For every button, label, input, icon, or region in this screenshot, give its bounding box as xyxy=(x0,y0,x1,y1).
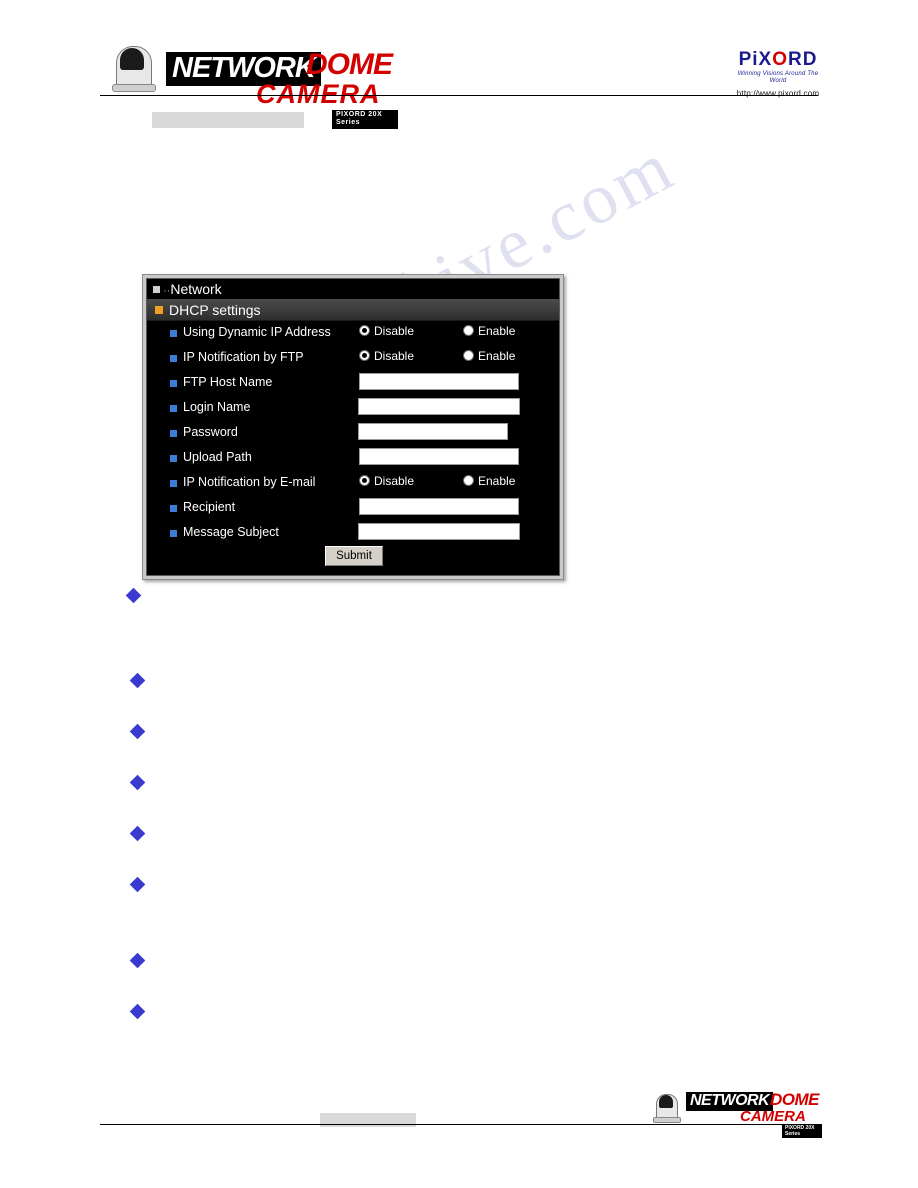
list-item xyxy=(129,825,146,842)
label-message-subject: Message Subject xyxy=(183,525,279,539)
list-item xyxy=(129,876,146,893)
dome-camera-icon xyxy=(108,42,160,92)
radio-label: Enable xyxy=(478,349,516,363)
radio-label: Enable xyxy=(478,324,516,338)
radio-label: Enable xyxy=(478,474,516,488)
list-item xyxy=(125,587,142,604)
list-item xyxy=(129,774,146,791)
row-bullet-icon xyxy=(170,505,177,512)
page-header: NETWORK DOME CAMERA PIXORD 20X Series Pi… xyxy=(0,0,918,129)
row-bullet-icon xyxy=(170,430,177,437)
row-bullet-icon xyxy=(170,355,177,362)
brand-url: http://www.pixord.com xyxy=(736,89,820,99)
row-bullet-icon xyxy=(170,405,177,412)
label-ftp-host-name: FTP Host Name xyxy=(183,375,273,389)
row-bullet-icon xyxy=(170,480,177,487)
brand-name-x: O xyxy=(772,49,788,70)
footer-camera-word: CAMERA xyxy=(740,1108,806,1125)
submit-button[interactable]: Submit xyxy=(325,546,383,566)
panel-title: Network xyxy=(170,281,222,297)
diamond-bullet-icon xyxy=(129,1003,146,1020)
form-row-upload-path: Upload Path xyxy=(147,446,559,471)
radio-dot-icon xyxy=(359,475,370,487)
diamond-bullet-icon xyxy=(125,587,142,604)
footer-dome-camera-icon xyxy=(652,1092,682,1123)
brand-name: PiXORD xyxy=(733,50,823,69)
diamond-bullet-icon xyxy=(129,723,146,740)
brand-name-part1: PiX xyxy=(738,49,773,70)
footer-logo: NETWORK DOME CAMERA PIXORD 20X Series xyxy=(652,1088,822,1138)
row-bullet-icon xyxy=(170,380,177,387)
dhcp-settings-form: Using Dynamic IP Address Disable Enable … xyxy=(147,321,559,574)
form-row-recipient: Recipient xyxy=(147,496,559,521)
radio-label: Disable xyxy=(374,324,415,338)
label-login-name: Login Name xyxy=(183,400,251,414)
form-row-ip-notify-email: IP Notification by E-mail Disable Enable xyxy=(147,471,559,496)
section-marker-icon xyxy=(155,306,163,315)
input-login-name[interactable] xyxy=(358,398,520,415)
form-row-login-name: Login Name xyxy=(147,396,559,421)
label-password: Password xyxy=(183,425,238,439)
input-message-subject[interactable] xyxy=(358,523,520,540)
radio-dot-icon xyxy=(359,350,370,362)
list-item xyxy=(129,723,146,740)
input-upload-path[interactable] xyxy=(359,448,519,465)
radio-dot-icon xyxy=(463,350,474,362)
diamond-bullet-icon xyxy=(129,876,146,893)
panel-title-marker-icon xyxy=(153,285,160,293)
diamond-bullet-icon xyxy=(129,672,146,689)
diamond-bullet-icon xyxy=(129,952,146,969)
radio-ftp-disable[interactable]: Disable xyxy=(359,349,414,363)
footer-dome-word: DOME xyxy=(770,1090,820,1109)
submit-row: Submit xyxy=(147,546,559,570)
row-bullet-icon xyxy=(170,530,177,537)
label-ip-notification-ftp: IP Notification by FTP xyxy=(183,350,304,364)
brand-tagline: Winning Visions Around The World xyxy=(737,71,819,84)
label-ip-notification-email: IP Notification by E-mail xyxy=(183,475,316,489)
radio-label: Disable xyxy=(374,474,415,488)
form-row-ftp-host: FTP Host Name xyxy=(147,371,559,396)
label-upload-path: Upload Path xyxy=(183,450,252,464)
brand-logo: PiXORD Winning Visions Around The World … xyxy=(733,50,823,98)
header-divider xyxy=(100,95,818,96)
radio-ftp-enable[interactable]: Enable xyxy=(463,349,515,363)
brand-name-part2: RD xyxy=(787,49,818,70)
row-bullet-icon xyxy=(170,330,177,337)
input-ftp-host-name[interactable] xyxy=(359,373,519,390)
product-logo: NETWORK DOME CAMERA PIXORD 20X Series xyxy=(108,30,398,129)
dhcp-settings-title: DHCP settings xyxy=(169,302,261,318)
logo-series-badge: PIXORD 20X Series xyxy=(332,110,398,129)
logo-dome-word: DOME xyxy=(306,48,393,81)
list-item xyxy=(129,1003,146,1020)
row-bullet-icon xyxy=(170,455,177,462)
radio-dot-icon xyxy=(359,325,370,337)
list-item xyxy=(129,672,146,689)
diamond-bullet-icon xyxy=(129,825,146,842)
radio-dot-icon xyxy=(463,325,474,337)
radio-email-enable[interactable]: Enable xyxy=(463,474,515,488)
radio-group-ip-notify-email: Disable Enable xyxy=(359,474,549,492)
form-row-dynamic-ip: Using Dynamic IP Address Disable Enable xyxy=(147,321,559,346)
radio-email-disable[interactable]: Disable xyxy=(359,474,414,488)
radio-label: Disable xyxy=(374,349,415,363)
list-item xyxy=(129,952,146,969)
footer-series-badge: PIXORD 20X Series xyxy=(782,1124,822,1138)
section-title-placeholder xyxy=(152,112,304,128)
diamond-bullet-icon xyxy=(129,774,146,791)
label-recipient: Recipient xyxy=(183,500,236,514)
radio-dynamic-ip-enable[interactable]: Enable xyxy=(463,324,515,338)
label-using-dynamic-ip: Using Dynamic IP Address xyxy=(183,325,331,339)
input-recipient[interactable] xyxy=(359,498,519,515)
input-password[interactable] xyxy=(358,423,508,440)
radio-group-dynamic-ip: Disable Enable xyxy=(359,324,549,342)
form-row-password: Password xyxy=(147,421,559,446)
radio-dot-icon xyxy=(463,475,474,487)
radio-group-ip-notify-ftp: Disable Enable xyxy=(359,349,549,367)
radio-dynamic-ip-disable[interactable]: Disable xyxy=(359,324,414,338)
form-row-ip-notify-ftp: IP Notification by FTP Disable Enable xyxy=(147,346,559,371)
form-row-message-subject: Message Subject xyxy=(147,521,559,546)
dhcp-settings-header: DHCP settings xyxy=(147,299,559,321)
panel-title-bar: ··Network xyxy=(147,279,559,299)
